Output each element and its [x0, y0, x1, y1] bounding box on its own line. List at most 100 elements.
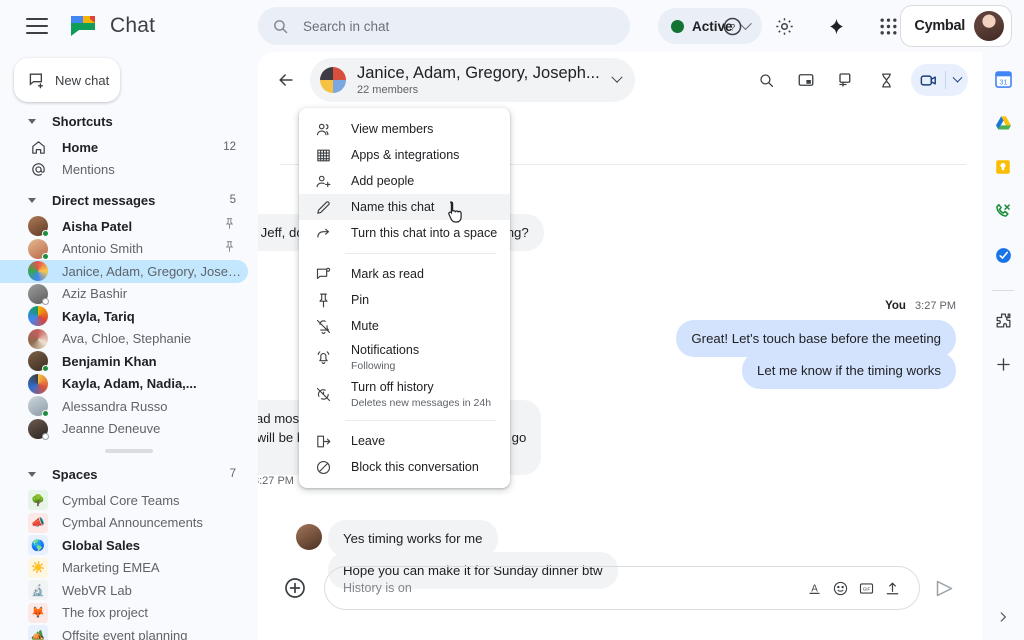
- message-bubble: Let me know if the timing works: [742, 352, 956, 389]
- apps-grid-icon: [313, 147, 333, 164]
- menu-item-turn-this-chat-into-a-space[interactable]: Turn this chat into a space: [299, 220, 510, 246]
- addons-puzzle-icon[interactable]: [988, 305, 1018, 335]
- expand-panel-chevron-icon[interactable]: [988, 602, 1018, 632]
- sidebar-item-marketing-emea[interactable]: ☀️Marketing EMEA: [0, 557, 248, 580]
- sidebar-item-offsite-event-planning[interactable]: 🏕️ Offsite event planning: [0, 624, 248, 640]
- sidebar-item-webvr-lab[interactable]: 🔬WebVR Lab: [0, 579, 248, 602]
- google-keep-icon[interactable]: [988, 152, 1018, 182]
- mark-as-read-icon: [313, 266, 333, 283]
- sidebar-item-kayla-tariq[interactable]: Kayla, Tariq: [0, 305, 248, 328]
- sidebar-item-home[interactable]: Home12: [0, 136, 248, 159]
- search-icon: [272, 18, 289, 35]
- home-icon: [28, 139, 48, 156]
- hourglass-icon[interactable]: [871, 65, 901, 95]
- menu-item-label: Leave: [351, 433, 385, 449]
- sidebar-item-jeanne-deneuve[interactable]: Jeanne Deneuve: [0, 418, 248, 441]
- search-bar[interactable]: [258, 7, 630, 45]
- gemini-sparkle-icon[interactable]: [818, 8, 854, 44]
- back-arrow-icon[interactable]: [268, 62, 304, 98]
- help-icon[interactable]: ?: [714, 8, 750, 44]
- sidebar-item-label: Ava, Chloe, Stephanie: [62, 331, 248, 346]
- pin-icon[interactable]: [223, 217, 236, 235]
- send-icon[interactable]: [928, 572, 960, 604]
- sidebar-resize-handle[interactable]: [105, 449, 153, 453]
- sidebar-item-global-sales[interactable]: 🌎Global Sales: [0, 534, 248, 557]
- add-attachment-icon[interactable]: [280, 573, 310, 603]
- picture-in-picture-icon[interactable]: [791, 65, 821, 95]
- menu-item-label: Notifications: [351, 342, 419, 358]
- conversation-title-button[interactable]: Janice, Adam, Gregory, Joseph... 22 memb…: [310, 58, 635, 102]
- chevron-down-icon[interactable]: [611, 72, 622, 83]
- google-drive-icon[interactable]: [988, 108, 1018, 138]
- menu-item-block-this-conversation[interactable]: Block this conversation: [299, 454, 510, 480]
- menu-item-apps-integrations[interactable]: Apps & integrations: [299, 142, 510, 168]
- side-apps-rail: 31: [982, 52, 1024, 640]
- sidebar-item-label: Marketing EMEA: [62, 560, 248, 575]
- message-input[interactable]: [343, 581, 801, 595]
- account-button[interactable]: Cymbal: [900, 5, 1012, 47]
- presence-dot: [42, 298, 49, 305]
- menu-item-turn-off-history[interactable]: Turn off historyDeletes new messages in …: [299, 376, 510, 413]
- sidebar-section-spaces[interactable]: Spaces7: [0, 459, 258, 489]
- space-emoji-icon: 🏕️: [28, 625, 48, 640]
- gif-icon[interactable]: GIF: [853, 575, 879, 601]
- settings-gear-icon[interactable]: [766, 8, 802, 44]
- hamburger-menu-icon[interactable]: [26, 18, 48, 34]
- sidebar-section-direct-messages[interactable]: Direct messages5: [0, 185, 258, 215]
- pointer-hand-cursor: [446, 200, 466, 229]
- svg-text:GIF: GIF: [862, 586, 870, 591]
- menu-item-add-people[interactable]: Add people: [299, 168, 510, 194]
- google-voice-icon[interactable]: [988, 196, 1018, 226]
- section-count: 7: [230, 468, 236, 480]
- menu-item-name-this-chat[interactable]: Name this chat: [299, 194, 510, 220]
- sidebar-item-antonio-smith[interactable]: Antonio Smith: [0, 238, 248, 261]
- new-chat-label: New chat: [55, 73, 109, 88]
- pencil-edit-icon: [313, 199, 333, 216]
- menu-item-pin[interactable]: Pin: [299, 287, 510, 313]
- message-text: Great! Let's touch base before the meeti…: [691, 331, 941, 346]
- menu-item-leave[interactable]: Leave: [299, 428, 510, 454]
- search-input[interactable]: [303, 19, 603, 34]
- menu-item-view-members[interactable]: View members: [299, 116, 510, 142]
- avatar[interactable]: [974, 11, 1004, 41]
- google-chat-window: Chat Active ?: [0, 0, 1024, 640]
- mention-at-icon: [28, 161, 48, 178]
- new-chat-button[interactable]: New chat: [14, 58, 120, 102]
- open-in-new-window-icon[interactable]: [831, 65, 861, 95]
- menu-item-notifications[interactable]: NotificationsFollowing: [299, 339, 510, 376]
- menu-item-mute[interactable]: Mute: [299, 313, 510, 339]
- sidebar-item-janice-adam-gregory-joseph[interactable]: Janice, Adam, Gregory, Joseph,...: [0, 260, 248, 283]
- sidebar-item-alessandra-russo[interactable]: Alessandra Russo: [0, 395, 248, 418]
- video-camera-icon[interactable]: [911, 65, 945, 95]
- people-icon: [313, 121, 333, 138]
- sidebar-item-cymbal-announcements[interactable]: 📣Cymbal Announcements: [0, 512, 248, 535]
- sidebar-item-aziz-bashir[interactable]: Aziz Bashir: [0, 283, 248, 306]
- sidebar-item-aisha-patel[interactable]: Aisha Patel: [0, 215, 248, 238]
- group-avatar: [320, 67, 346, 93]
- sidebar-item-label: Offsite event planning: [62, 628, 248, 640]
- sidebar-item-benjamin-khan[interactable]: Benjamin Khan: [0, 350, 248, 373]
- emoji-icon[interactable]: [827, 575, 853, 601]
- menu-item-label: Add people: [351, 173, 414, 189]
- search-in-conversation-icon[interactable]: [751, 65, 781, 95]
- sidebar-item-ava-chloe-stephanie[interactable]: Ava, Chloe, Stephanie: [0, 328, 248, 351]
- sidebar-item-mentions[interactable]: Mentions: [0, 159, 248, 182]
- sidebar-item-kayla-adam-nadia[interactable]: Kayla, Adam, Nadia,...: [0, 373, 248, 396]
- text-formatting-icon[interactable]: A: [801, 575, 827, 601]
- sidebar-item-cymbal-core-teams[interactable]: 🌳Cymbal Core Teams: [0, 489, 248, 512]
- upload-file-icon[interactable]: [879, 575, 905, 601]
- google-calendar-icon[interactable]: 31: [988, 64, 1018, 94]
- menu-item-label: Apps & integrations: [351, 147, 459, 163]
- add-plus-icon[interactable]: [988, 349, 1018, 379]
- google-tasks-icon[interactable]: [988, 240, 1018, 270]
- message-input-box[interactable]: A GIF: [324, 566, 920, 610]
- menu-item-label: Turn off history: [351, 379, 491, 395]
- sidebar-section-shortcuts[interactable]: Shortcuts: [0, 106, 258, 136]
- pin-icon[interactable]: [223, 240, 236, 258]
- chevron-down-icon[interactable]: [946, 65, 968, 95]
- menu-item-label: Pin: [351, 292, 369, 308]
- sidebar-item-the-fox-project[interactable]: 🦊The fox project: [0, 602, 248, 625]
- conversation-header: Janice, Adam, Gregory, Joseph... 22 memb…: [258, 52, 982, 108]
- account-name: Cymbal: [914, 18, 965, 34]
- menu-item-mark-as-read[interactable]: Mark as read: [299, 261, 510, 287]
